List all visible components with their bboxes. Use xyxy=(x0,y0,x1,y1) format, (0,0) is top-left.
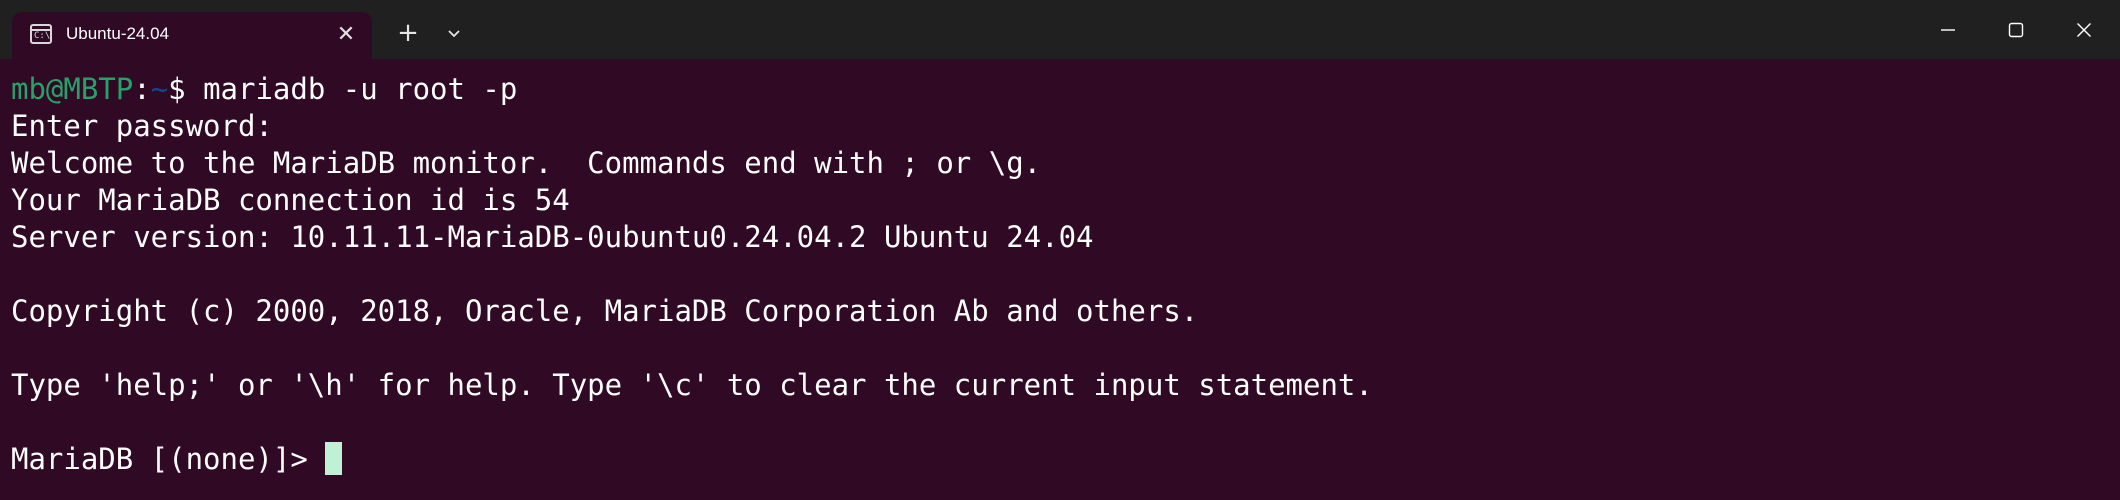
mariadb-prompt: MariaDB [(none)]> xyxy=(11,442,326,476)
terminal-window: C:\ Ubuntu-24.04 ✕ + mb@MBTP:~$ mariadb … xyxy=(0,0,2120,500)
maximize-button[interactable] xyxy=(1982,0,2050,59)
tab-dropdown-button[interactable] xyxy=(438,18,470,50)
output-line: Server version: 10.11.11-MariaDB-0ubuntu… xyxy=(11,220,1094,254)
terminal-icon-glyph: C:\ xyxy=(34,31,51,41)
prompt-command: mariadb -u root -p xyxy=(185,72,518,106)
output-line: Enter password: xyxy=(11,109,273,143)
minimize-icon xyxy=(1941,29,1955,31)
tab-ubuntu[interactable]: C:\ Ubuntu-24.04 ✕ xyxy=(12,12,372,59)
prompt-path: ~ xyxy=(150,72,169,106)
chevron-down-icon xyxy=(448,30,460,38)
output-line: Copyright (c) 2000, 2018, Oracle, MariaD… xyxy=(11,294,1199,328)
prompt-user-host: mb@MBTP xyxy=(11,72,134,106)
output-line: Your MariaDB connection id is 54 xyxy=(11,183,570,217)
prompt-line: mb@MBTP:~$ mariadb -u root -p xyxy=(11,71,517,108)
minimize-button[interactable] xyxy=(1914,0,1982,59)
new-tab-button[interactable]: + xyxy=(392,18,424,50)
prompt-separator: : xyxy=(133,72,151,106)
output-line: Welcome to the MariaDB monitor. Commands… xyxy=(11,146,1042,180)
tab-close-icon[interactable]: ✕ xyxy=(332,21,360,49)
maximize-icon xyxy=(2008,22,2024,38)
close-icon xyxy=(2077,23,2091,37)
text-cursor xyxy=(325,442,343,475)
terminal-output[interactable]: mb@MBTP:~$ mariadb -u root -p Enter pass… xyxy=(0,59,2120,500)
close-button[interactable] xyxy=(2050,0,2118,59)
terminal-icon: C:\ xyxy=(30,24,52,44)
tab-title: Ubuntu-24.04 xyxy=(66,24,170,43)
output-line: Type 'help;' or '\h' for help. Type '\c'… xyxy=(11,368,1373,402)
mariadb-prompt-line[interactable]: MariaDB [(none)]> xyxy=(11,441,343,478)
prompt-dollar: $ xyxy=(168,72,186,106)
title-bar[interactable]: C:\ Ubuntu-24.04 ✕ + xyxy=(0,0,2120,59)
